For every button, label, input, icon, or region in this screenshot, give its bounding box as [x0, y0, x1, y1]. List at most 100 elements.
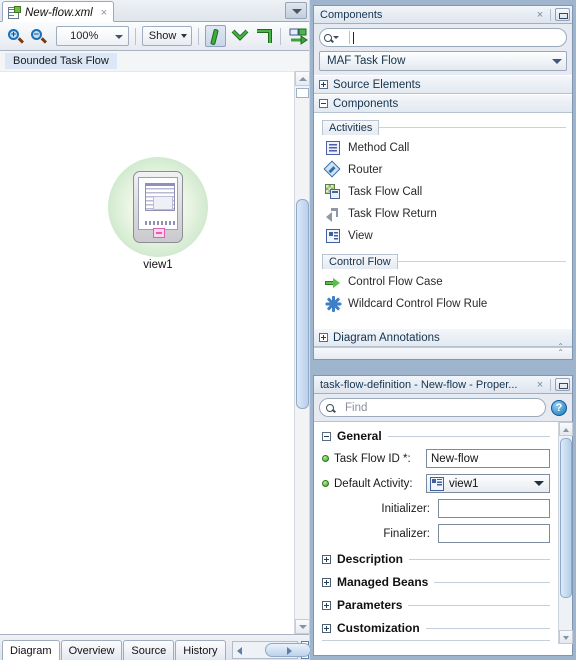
minimize-icon[interactable]	[555, 378, 570, 391]
group-control-flow-caption: Control Flow	[322, 254, 398, 269]
editor-bottom-tabs: Diagram Overview Source History	[0, 634, 311, 660]
close-icon[interactable]: ×	[534, 379, 546, 391]
properties-content: General Task Flow ID *: New-flow Default…	[314, 422, 558, 643]
scrollbar-thumb[interactable]	[560, 438, 572, 598]
field-task-flow-id: Task Flow ID *: New-flow	[322, 449, 550, 468]
component-task-flow-call[interactable]: Task Flow Call	[314, 181, 572, 203]
canvas-horizontal-scrollbar[interactable]	[231, 641, 311, 659]
scroll-up-icon[interactable]	[559, 422, 573, 436]
section-description[interactable]: Description	[322, 552, 550, 566]
search-icon[interactable]	[324, 33, 346, 42]
properties-find-input[interactable]: Find	[319, 398, 546, 417]
zoom-out-icon[interactable]: −	[27, 25, 48, 47]
section-customization[interactable]: Customization	[322, 621, 550, 635]
scrollbar-marker	[296, 88, 309, 98]
component-method-call[interactable]: Method Call	[314, 137, 572, 159]
collapse-minus-icon[interactable]	[322, 431, 331, 441]
breadcrumb[interactable]: Bounded Task Flow	[5, 53, 117, 69]
properties-vertical-scrollbar[interactable]	[558, 422, 573, 644]
publish-diagram-tool-icon[interactable]	[287, 25, 309, 47]
elbow-line-tool-icon[interactable]	[228, 25, 250, 47]
minimize-icon[interactable]	[555, 8, 570, 21]
editor-tabstrip: New-flow.xml ×	[0, 0, 309, 22]
device-screen	[138, 177, 178, 230]
component-view[interactable]: View	[314, 225, 572, 247]
tab-source[interactable]: Source	[123, 640, 175, 660]
diagram-toolbar: + − 100% Show	[0, 22, 309, 51]
view-icon	[325, 228, 341, 244]
field-task-flow-id-label: Task Flow ID *:	[334, 452, 411, 465]
help-icon[interactable]: ?	[551, 399, 567, 416]
publish-diagram-glyph	[289, 28, 308, 45]
chevron-down-icon[interactable]	[112, 27, 128, 45]
properties-find-area: Find ?	[314, 394, 572, 421]
tab-overview[interactable]: Overview	[60, 640, 123, 660]
tabstrip-overflow-button[interactable]	[285, 2, 307, 19]
expand-plus-icon[interactable]	[322, 577, 331, 587]
finalizer-input[interactable]	[438, 524, 550, 543]
collapse-minus-icon[interactable]	[319, 99, 328, 108]
scroll-right-icon[interactable]	[283, 642, 297, 658]
orthogonal-line-tool-icon[interactable]	[252, 25, 274, 47]
toolbar-separator	[134, 27, 136, 45]
default-activity-value: view1	[449, 477, 479, 490]
group-control-flow: Control Flow	[322, 254, 566, 269]
editor-tab-new-flow-xml[interactable]: New-flow.xml ×	[2, 1, 115, 22]
editor-area: New-flow.xml × + − 100% Show Bounded Tas…	[0, 0, 311, 660]
expand-plus-icon[interactable]	[319, 333, 328, 342]
chevron-down-icon	[181, 34, 188, 38]
tab-diagram-label: Diagram	[10, 644, 52, 657]
component-wildcard-label: Wildcard Control Flow Rule	[348, 298, 488, 310]
scroll-up-icon[interactable]	[295, 71, 310, 86]
component-wildcard-control-flow-rule[interactable]: Wildcard Control Flow Rule	[314, 293, 572, 315]
close-icon[interactable]: ×	[97, 7, 107, 19]
section-parameters[interactable]: Parameters	[322, 598, 550, 612]
properties-panel-titlebar: task-flow-definition - New-flow - Proper…	[314, 376, 572, 394]
component-control-flow-case[interactable]: Control Flow Case	[314, 271, 572, 293]
orthogonal-line-glyph	[257, 29, 273, 43]
accordion-diagram-annotations-label: Diagram Annotations	[333, 331, 440, 344]
tab-history[interactable]: History	[175, 640, 226, 660]
accordion-diagram-annotations[interactable]: Diagram Annotations	[314, 328, 572, 347]
component-set-value: MAF Task Flow	[327, 55, 406, 67]
expand-plus-icon[interactable]	[322, 554, 331, 564]
accordion-source-elements[interactable]: Source Elements	[314, 75, 572, 94]
scroll-down-icon[interactable]	[295, 619, 310, 634]
straight-line-tool-icon[interactable]	[205, 25, 227, 47]
initializer-input[interactable]	[438, 499, 550, 518]
section-managed-beans[interactable]: Managed Beans	[322, 575, 550, 589]
components-search-value[interactable]	[353, 31, 562, 44]
component-task-flow-return[interactable]: Task Flow Return	[314, 203, 572, 225]
divider	[387, 435, 550, 437]
section-general[interactable]: General	[322, 429, 550, 443]
section-description-title: Description	[337, 552, 404, 566]
expand-plus-icon[interactable]	[322, 623, 331, 633]
components-search-input[interactable]	[319, 28, 567, 47]
task-flow-return-icon	[325, 206, 341, 222]
properties-panel: task-flow-definition - New-flow - Proper…	[313, 375, 573, 656]
show-menu-button[interactable]: Show	[141, 26, 193, 46]
scroll-down-icon[interactable]	[559, 630, 573, 644]
zoom-level-combo[interactable]: 100%	[55, 26, 129, 46]
expand-plus-icon[interactable]	[319, 80, 328, 89]
components-panel-resize-grip[interactable]	[314, 344, 572, 359]
task-flow-id-input[interactable]: New-flow	[426, 449, 550, 468]
close-icon[interactable]: ×	[534, 9, 546, 21]
zoom-in-icon[interactable]: +	[4, 25, 25, 47]
group-activities-caption: Activities	[322, 120, 380, 135]
default-activity-combo[interactable]: view1	[426, 474, 550, 493]
diagram-canvas[interactable]: view1	[0, 71, 294, 634]
tab-diagram[interactable]: Diagram	[2, 640, 60, 660]
scroll-left-icon[interactable]	[233, 642, 247, 658]
expand-plus-icon[interactable]	[322, 600, 331, 610]
component-set-selector[interactable]: MAF Task Flow	[319, 51, 567, 71]
accordion-components[interactable]: Components	[314, 94, 572, 113]
accordion-source-elements-label: Source Elements	[333, 78, 421, 91]
scrollbar-thumb[interactable]	[296, 199, 309, 409]
component-router[interactable]: Router	[314, 159, 572, 181]
chevron-down-icon	[534, 481, 544, 486]
canvas-vertical-scrollbar[interactable]	[294, 71, 310, 634]
field-default-activity: Default Activity: view1	[322, 474, 550, 493]
properties-body: General Task Flow ID *: New-flow Default…	[314, 421, 573, 644]
group-activities: Activities	[322, 120, 566, 135]
